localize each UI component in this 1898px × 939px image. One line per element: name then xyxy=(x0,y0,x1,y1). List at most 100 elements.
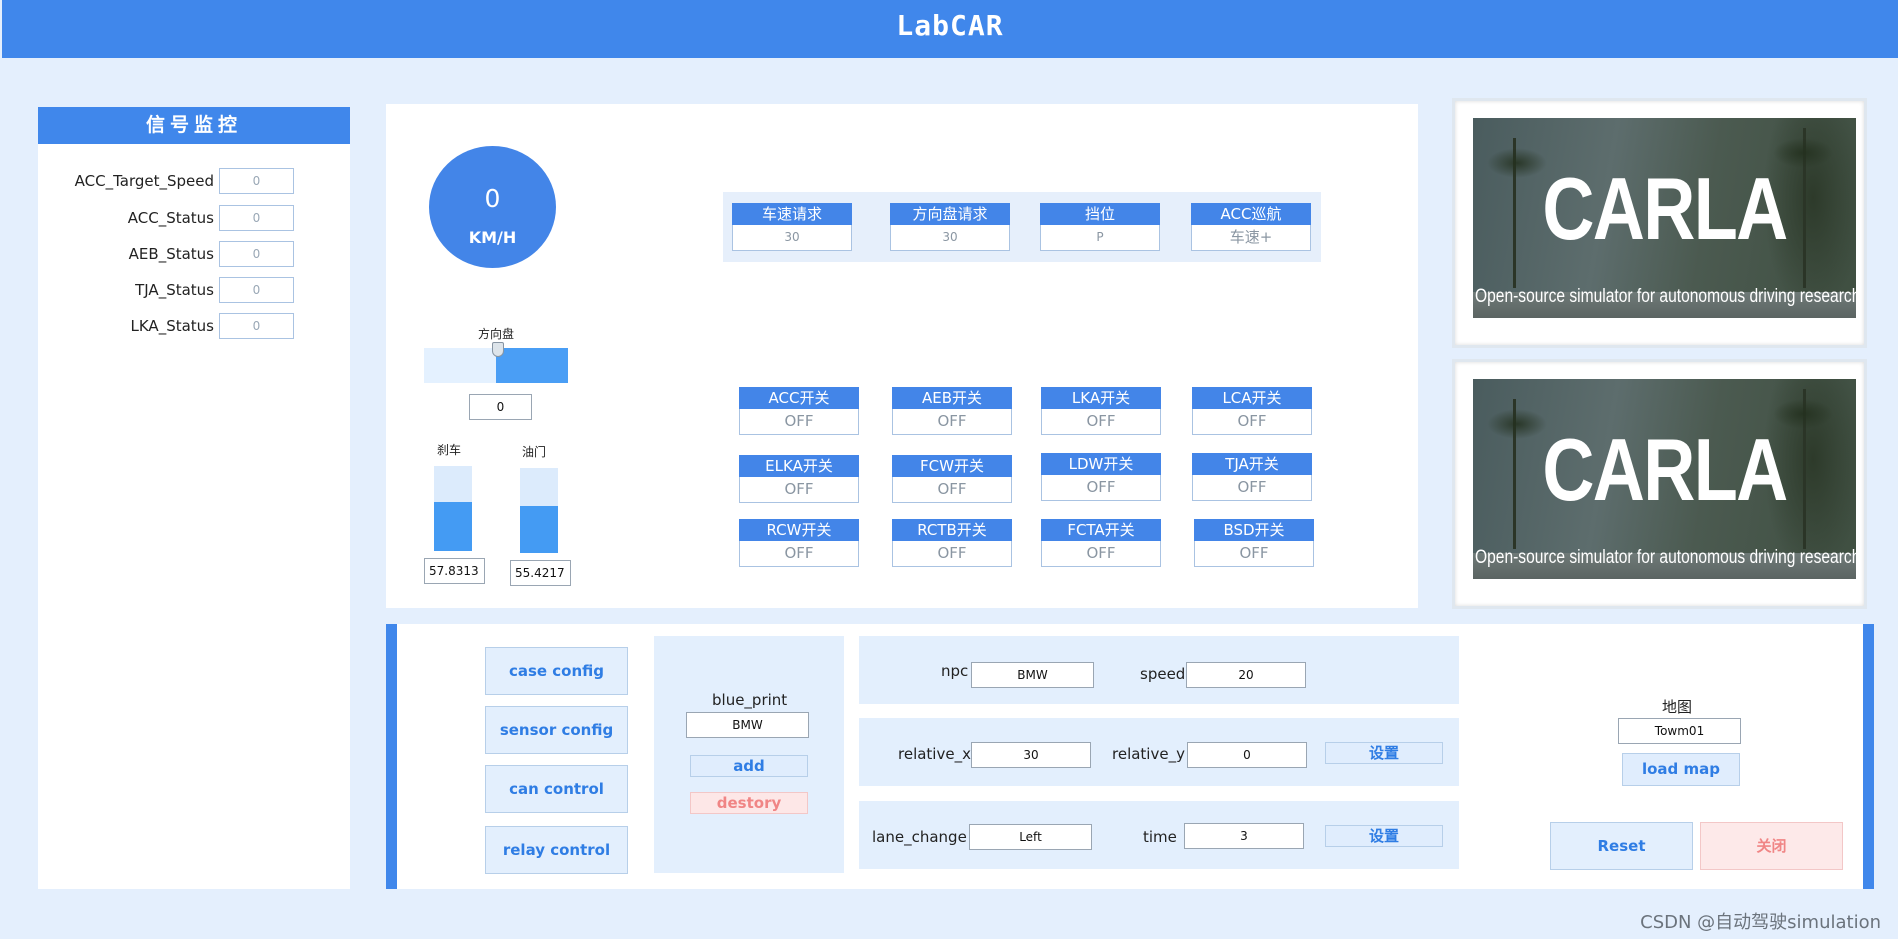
acc-cruise-request[interactable]: ACC巡航 车速+ xyxy=(1191,203,1311,251)
npc-label: npc xyxy=(941,662,969,680)
steering-label: 方向盘 xyxy=(478,327,515,341)
relay-control-button[interactable]: relay control xyxy=(485,826,628,874)
close-button[interactable]: 关闭 xyxy=(1700,822,1843,870)
steering-value-field[interactable]: 0 xyxy=(469,394,532,420)
monitor-label: ACC_Target_Speed xyxy=(74,172,214,190)
case-config-button[interactable]: case config xyxy=(485,647,628,695)
switch-label: LKA开关 xyxy=(1041,387,1161,409)
signal-monitor-panel: 信号监控 ACC_Target_Speed 0 ACC_Status 0 AEB… xyxy=(38,107,350,889)
tja-switch[interactable]: TJA开关 OFF xyxy=(1192,453,1312,501)
elka-switch[interactable]: ELKA开关 OFF xyxy=(739,455,859,503)
acc-switch[interactable]: ACC开关 OFF xyxy=(739,387,859,435)
switch-value: OFF xyxy=(892,409,1012,435)
speed-request[interactable]: 车速请求 30 xyxy=(732,203,852,251)
monitor-value-field: 0 xyxy=(219,205,294,231)
monitor-row: AEB_Status 0 xyxy=(38,241,350,268)
csdn-watermark: CSDN @自动驾驶simulation xyxy=(1640,912,1881,933)
set-lane-change-button[interactable]: 设置 xyxy=(1325,825,1443,847)
steering-request[interactable]: 方向盘请求 30 xyxy=(890,203,1010,251)
request-value: 30 xyxy=(890,225,1010,251)
switch-label: FCW开关 xyxy=(892,455,1012,477)
switch-value: OFF xyxy=(892,541,1012,567)
app-title: LabCAR xyxy=(896,9,1004,42)
switch-value: OFF xyxy=(739,541,859,567)
aeb-switch[interactable]: AEB开关 OFF xyxy=(892,387,1012,435)
set-position-button[interactable]: 设置 xyxy=(1325,742,1443,764)
map-label: 地图 xyxy=(1662,698,1693,716)
lane-change-label: lane_change xyxy=(872,828,967,846)
monitor-value-field: 0 xyxy=(219,241,294,267)
carla-logo: CARLA xyxy=(1542,420,1788,519)
carla-camera-view-1: CARLA Open-source simulator for autonomo… xyxy=(1452,98,1867,348)
monitor-row: ACC_Target_Speed 0 xyxy=(38,168,350,195)
speed-label: speed xyxy=(1140,665,1186,683)
map-input[interactable]: Towm01 xyxy=(1618,718,1741,744)
speedometer: 0 KM/H xyxy=(429,146,556,268)
steering-slider-fill xyxy=(496,348,568,383)
request-value: P xyxy=(1040,225,1160,251)
fcta-switch[interactable]: FCTA开关 OFF xyxy=(1041,519,1161,567)
switch-value: OFF xyxy=(1194,541,1314,567)
relative-y-input[interactable]: 0 xyxy=(1187,742,1307,768)
switch-label: LDW开关 xyxy=(1041,453,1161,475)
switch-value: OFF xyxy=(739,477,859,503)
lka-switch[interactable]: LKA开关 OFF xyxy=(1041,387,1161,435)
can-control-button[interactable]: can control xyxy=(485,765,628,813)
monitor-label: ACC_Status xyxy=(127,209,214,227)
relative-x-label: relative_x xyxy=(898,745,971,763)
request-label: 挡位 xyxy=(1040,203,1160,225)
throttle-bar-fill xyxy=(520,505,558,553)
carla-tagline: Open-source simulator for autonomous dri… xyxy=(1475,547,1856,568)
brake-label: 刹车 xyxy=(437,443,462,457)
vehicle-control-panel: 0 KM/H 方向盘 0 刹车 57.8313 油门 55.4217 车速请求 … xyxy=(386,104,1418,608)
switch-label: RCW开关 xyxy=(739,519,859,541)
switch-value: OFF xyxy=(1041,475,1161,501)
monitor-value-field: 0 xyxy=(219,277,294,303)
title-bar: LabCAR xyxy=(2,0,1898,58)
reset-button[interactable]: Reset xyxy=(1550,822,1693,870)
blueprint-label: blue_print xyxy=(712,691,788,709)
lane-change-input[interactable]: Left xyxy=(969,824,1092,850)
time-input[interactable]: 3 xyxy=(1184,823,1304,849)
speed-input[interactable]: 20 xyxy=(1186,662,1306,688)
rcw-switch[interactable]: RCW开关 OFF xyxy=(739,519,859,567)
lane-change-group: lane_change Left time 3 设置 xyxy=(859,801,1459,869)
request-value: 30 xyxy=(732,225,852,251)
throttle-label: 油门 xyxy=(522,445,547,459)
relative-y-label: relative_y xyxy=(1112,745,1185,763)
switch-label: FCTA开关 xyxy=(1041,519,1161,541)
steering-slider-handle[interactable] xyxy=(492,342,504,357)
brake-value-field[interactable]: 57.8313 xyxy=(424,558,485,584)
switch-value: OFF xyxy=(1041,541,1161,567)
add-button[interactable]: add xyxy=(690,755,808,777)
carla-tagline: Open-source simulator for autonomous dri… xyxy=(1475,286,1856,307)
monitor-value-field: 0 xyxy=(219,313,294,339)
relative-position-group: relative_x 30 relative_y 0 设置 xyxy=(859,718,1459,786)
blueprint-group: blue_print BMW add destory xyxy=(654,636,844,873)
fcw-switch[interactable]: FCW开关 OFF xyxy=(892,455,1012,503)
switch-value: OFF xyxy=(1041,409,1161,435)
load-map-button[interactable]: load map xyxy=(1622,753,1740,786)
ldw-switch[interactable]: LDW开关 OFF xyxy=(1041,453,1161,501)
npc-input[interactable]: BMW xyxy=(971,662,1094,688)
gear-request[interactable]: 挡位 P xyxy=(1040,203,1160,251)
monitor-row: ACC_Status 0 xyxy=(38,205,350,232)
switch-label: TJA开关 xyxy=(1192,453,1312,475)
relative-x-input[interactable]: 30 xyxy=(971,742,1091,768)
switch-value: OFF xyxy=(739,409,859,435)
signal-monitor-title: 信号监控 xyxy=(38,107,350,144)
switch-label: RCTB开关 xyxy=(892,519,1012,541)
throttle-value-field[interactable]: 55.4217 xyxy=(510,560,571,586)
lca-switch[interactable]: LCA开关 OFF xyxy=(1192,387,1312,435)
bsd-switch[interactable]: BSD开关 OFF xyxy=(1194,519,1314,567)
sensor-config-button[interactable]: sensor config xyxy=(485,706,628,754)
rctb-switch[interactable]: RCTB开关 OFF xyxy=(892,519,1012,567)
monitor-label: AEB_Status xyxy=(128,245,214,263)
carla-logo: CARLA xyxy=(1542,159,1788,258)
blueprint-input[interactable]: BMW xyxy=(686,712,809,738)
switch-label: AEB开关 xyxy=(892,387,1012,409)
scenario-control-panel: case config sensor config can control re… xyxy=(386,624,1874,889)
carla-image: CARLA Open-source simulator for autonomo… xyxy=(1473,379,1856,579)
destroy-button[interactable]: destory xyxy=(690,792,808,814)
time-label: time xyxy=(1143,828,1177,846)
